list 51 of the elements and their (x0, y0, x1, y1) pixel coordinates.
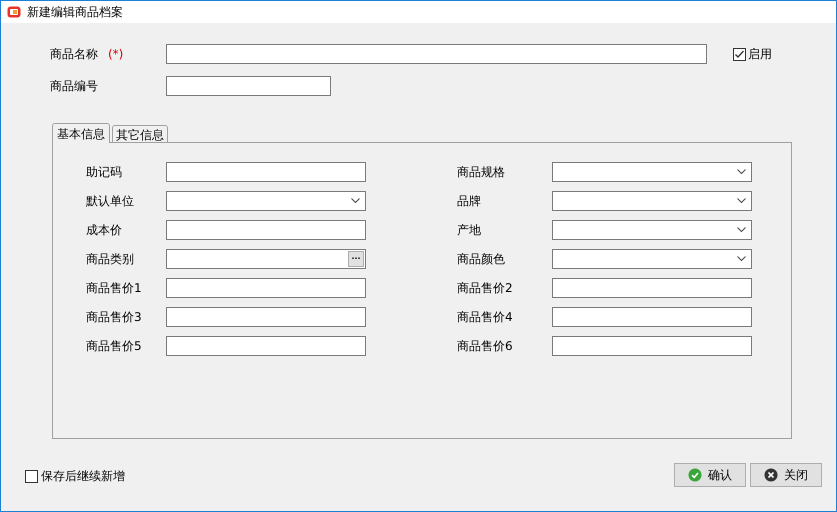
field-label: 品牌 (457, 193, 482, 210)
input-field[interactable] (552, 336, 752, 356)
dropdown[interactable] (552, 249, 752, 269)
field-label: 商品售价4 (457, 309, 514, 326)
dropdown[interactable] (552, 191, 752, 211)
field-label: 商品售价2 (457, 280, 514, 297)
field-label: 商品名称 (50, 46, 98, 63)
input-field[interactable] (166, 220, 366, 240)
input-field[interactable] (166, 278, 366, 298)
field-label: 商品规格 (457, 164, 506, 181)
field-label: 商品售价6 (457, 338, 514, 355)
checkbox-label: 保存后继续新增 (41, 468, 125, 485)
field-label: 商品编号 (50, 78, 98, 95)
field-label: 产地 (457, 222, 482, 239)
field-label: 助记码 (86, 164, 123, 181)
field-label: 成本价 (86, 222, 123, 239)
field-label: 商品类别 (86, 251, 135, 268)
required-mark: (*) (108, 46, 124, 63)
checkbox-label: 启用 (748, 46, 772, 63)
checkmark-icon (688, 468, 702, 482)
chevron-down-icon (737, 198, 746, 204)
close-icon (764, 468, 778, 482)
input-field[interactable] (166, 336, 366, 356)
input-field[interactable] (552, 278, 752, 298)
chevron-down-icon (737, 169, 746, 175)
input-field[interactable] (166, 76, 331, 96)
confirm-button[interactable]: 确认 (674, 463, 746, 487)
tab[interactable]: 基本信息 (52, 123, 110, 143)
field-label: 默认单位 (86, 193, 135, 210)
checkbox[interactable] (733, 48, 746, 60)
dropdown[interactable] (552, 162, 752, 182)
window-title: 新建编辑商品档案 (27, 4, 123, 21)
field-label: 商品售价1 (86, 280, 143, 297)
tab[interactable]: 其它信息 (112, 125, 168, 143)
input-field[interactable] (552, 307, 752, 327)
dropdown[interactable] (552, 220, 752, 240)
input-field[interactable] (166, 162, 366, 182)
chevron-down-icon (351, 198, 360, 204)
checkbox[interactable] (25, 470, 38, 482)
field-label: 商品售价3 (86, 309, 143, 326)
app-icon (7, 6, 21, 18)
input-field[interactable] (166, 307, 366, 327)
close-button[interactable]: 关闭 (750, 463, 822, 487)
field-label: 商品售价5 (86, 338, 143, 355)
input-field[interactable] (166, 44, 707, 64)
dropdown[interactable] (166, 191, 366, 211)
input-field[interactable]: ··· (166, 249, 366, 269)
chevron-down-icon (737, 256, 746, 262)
browse-button[interactable]: ··· (348, 251, 364, 267)
field-label: 商品颜色 (457, 251, 506, 268)
chevron-down-icon (737, 227, 746, 233)
